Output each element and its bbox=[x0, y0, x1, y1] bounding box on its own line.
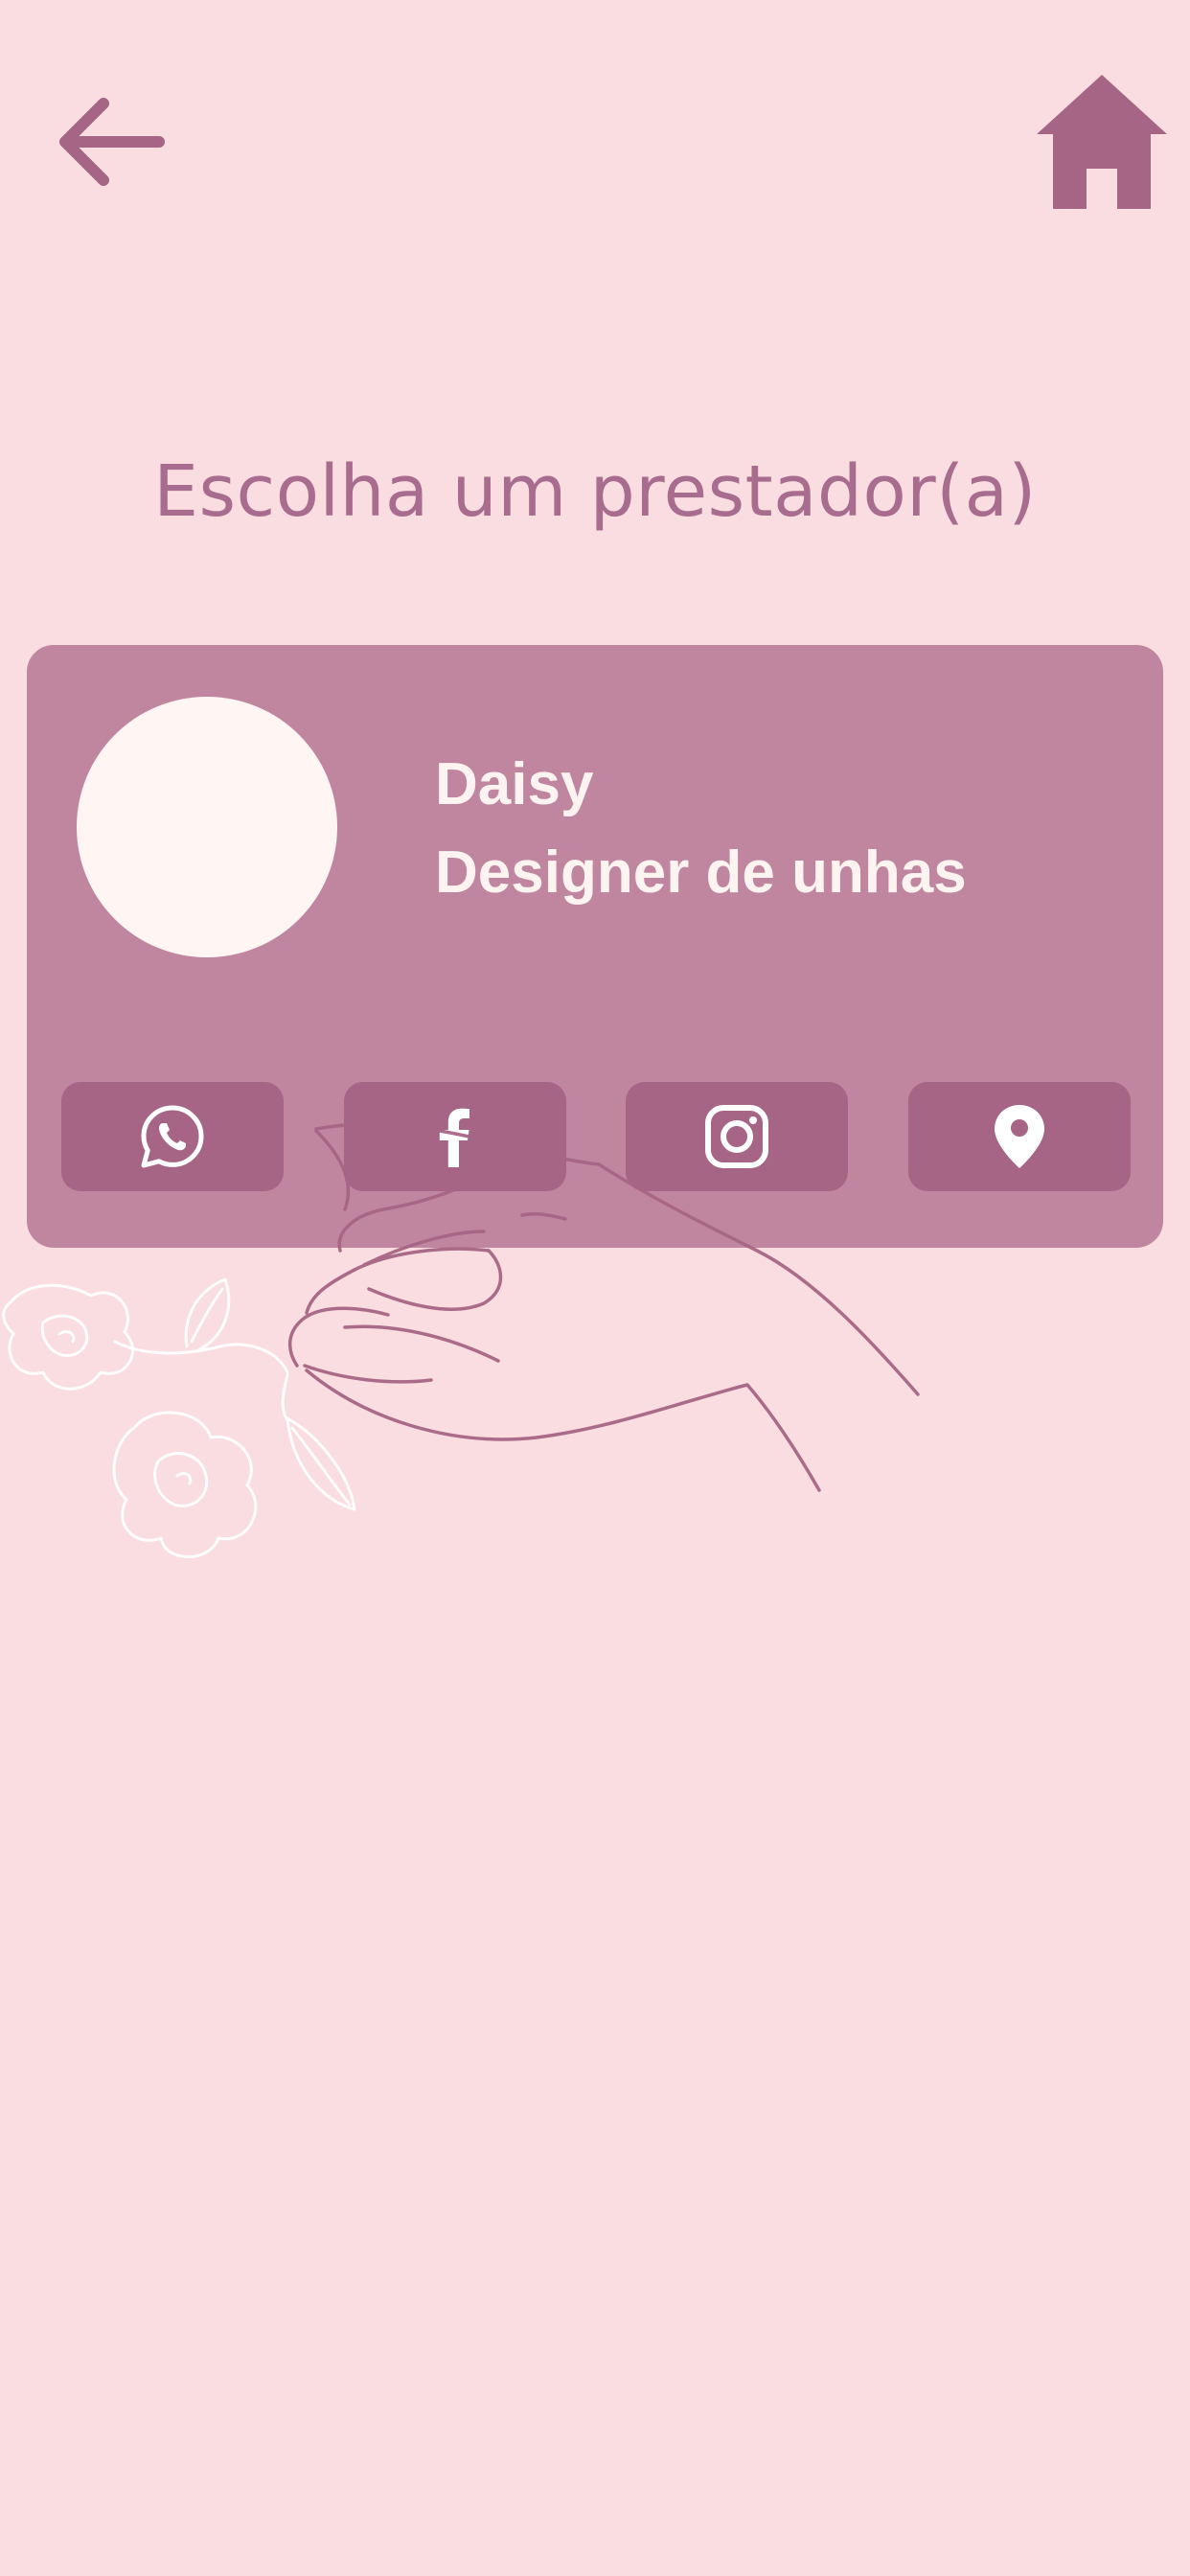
page-title: Escolha um prestador(a) bbox=[153, 450, 1037, 533]
provider-role: Designer de unhas bbox=[435, 840, 967, 906]
arrow-left-icon bbox=[59, 98, 165, 186]
instagram-icon bbox=[705, 1105, 768, 1168]
provider-name: Daisy bbox=[435, 751, 594, 817]
provider-card[interactable]: Daisy Designer de unhas bbox=[27, 645, 1163, 1248]
home-icon bbox=[1037, 75, 1167, 209]
whatsapp-icon bbox=[141, 1105, 204, 1168]
location-pin-icon bbox=[995, 1105, 1044, 1168]
location-button[interactable] bbox=[908, 1082, 1131, 1191]
home-button[interactable] bbox=[1035, 73, 1169, 212]
facebook-button[interactable] bbox=[344, 1082, 566, 1191]
instagram-button[interactable] bbox=[626, 1082, 848, 1191]
whatsapp-button[interactable] bbox=[61, 1082, 284, 1191]
back-button[interactable] bbox=[56, 94, 167, 190]
avatar bbox=[77, 697, 337, 957]
facebook-icon bbox=[439, 1108, 469, 1167]
